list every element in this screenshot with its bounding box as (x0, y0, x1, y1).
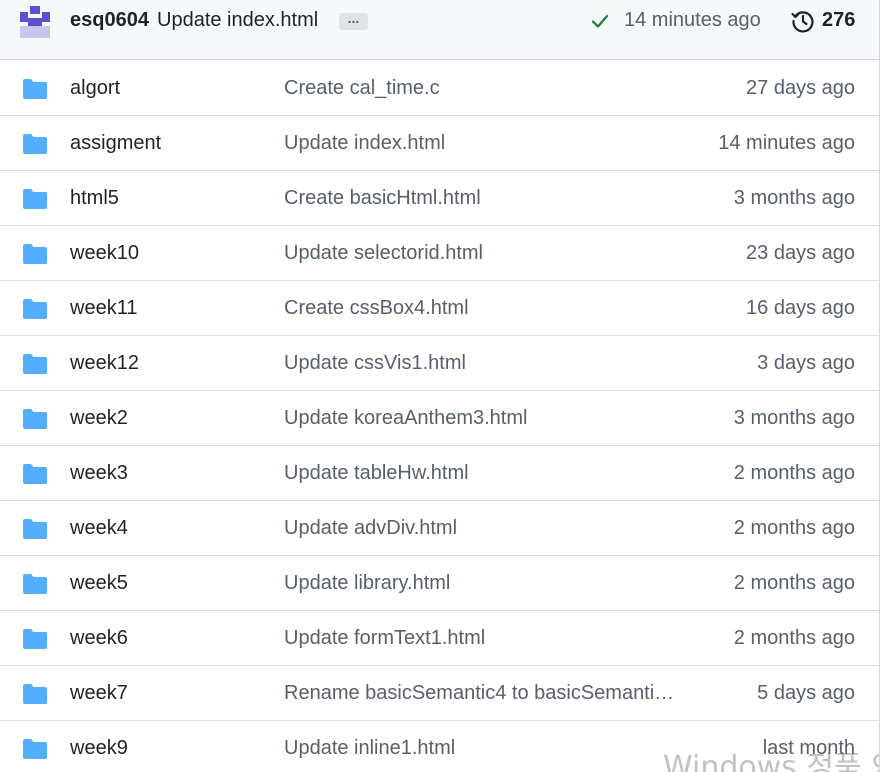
last-updated-time: 3 months ago (733, 407, 855, 429)
commit-message-link[interactable]: Update selectorid.html (284, 242, 483, 265)
last-updated-time: 2 months ago (733, 572, 855, 594)
avatar[interactable] (18, 4, 52, 38)
folder-icon (22, 353, 48, 375)
folder-name-link[interactable]: week5 (70, 572, 128, 595)
commit-message-link[interactable]: Update index.html (284, 132, 445, 155)
folder-icon (22, 738, 48, 760)
file-row[interactable]: week3 Update tableHw.html 2 months ago (0, 446, 879, 501)
folder-name-link[interactable]: week11 (70, 297, 137, 320)
commit-author[interactable]: esq0604 (70, 9, 149, 32)
file-row[interactable]: algort Create cal_time.c 27 days ago (0, 61, 879, 116)
commit-message-link[interactable]: Update inline1.html (284, 737, 455, 760)
folder-icon (22, 573, 48, 595)
commit-count[interactable]: 276 (822, 9, 855, 32)
file-row[interactable]: week7 Rename basicSemantic4 to basicSeman… (0, 666, 879, 721)
commit-message-link[interactable]: Update koreaAnthem3.html (284, 407, 527, 430)
folder-icon (22, 683, 48, 705)
file-row[interactable]: assigment Update index.html 14 minutes ago (0, 116, 879, 171)
commit-message-link[interactable]: Create cal_time.c (284, 77, 440, 100)
commit-message-link[interactable]: Create basicHtml.html (284, 187, 481, 210)
last-updated-time: 5 days ago (757, 682, 855, 704)
last-updated-time: 2 months ago (733, 462, 855, 484)
folder-name-link[interactable]: html5 (70, 187, 119, 210)
commit-message-link[interactable]: Update advDiv.html (284, 517, 457, 540)
commit-message[interactable]: Update index.html (157, 9, 318, 32)
expand-commit-button[interactable]: ... (339, 11, 368, 30)
folder-icon (22, 188, 48, 210)
commit-message-link[interactable]: Update formText1.html (284, 627, 485, 650)
folder-icon (22, 298, 48, 320)
last-updated-time: 3 months ago (733, 187, 855, 209)
folder-name-link[interactable]: week2 (70, 407, 128, 430)
last-updated-time: 16 days ago (746, 297, 855, 319)
folder-name-link[interactable]: week7 (70, 682, 128, 705)
folder-name-link[interactable]: week10 (70, 242, 139, 265)
folder-name-link[interactable]: week12 (70, 352, 139, 375)
file-row[interactable]: week9 Update inline1.html last month (0, 721, 879, 772)
commit-message-link[interactable]: Update library.html (284, 572, 450, 595)
folder-name-link[interactable]: week9 (70, 737, 128, 760)
folder-name-link[interactable]: week6 (70, 627, 128, 650)
last-updated-time: 27 days ago (746, 77, 855, 99)
file-browser: esq0604 Update index.html ... 14 minutes… (0, 0, 880, 772)
folder-icon (22, 463, 48, 485)
folder-icon (22, 243, 48, 265)
file-row[interactable]: week12 Update cssVis1.html 3 days ago (0, 336, 879, 391)
folder-icon (22, 408, 48, 430)
folder-name-link[interactable]: assigment (70, 132, 161, 155)
folder-name-link[interactable]: algort (70, 77, 120, 100)
commit-message-link[interactable]: Update cssVis1.html (284, 352, 466, 375)
last-updated-time: last month (762, 737, 855, 759)
folder-name-link[interactable]: week3 (70, 462, 128, 485)
file-row[interactable]: html5 Create basicHtml.html 3 months ago (0, 171, 879, 226)
latest-commit-bar: esq0604 Update index.html ... 14 minutes… (0, 0, 879, 60)
folder-name-link[interactable]: week4 (70, 517, 128, 540)
last-updated-time: 3 days ago (757, 352, 855, 374)
last-updated-time: 2 months ago (733, 627, 855, 649)
file-row[interactable]: week6 Update formText1.html 2 months ago (0, 611, 879, 666)
folder-icon (22, 78, 48, 100)
commit-message-link[interactable]: Update tableHw.html (284, 462, 469, 485)
commit-message-link[interactable]: Rename basicSemantic4 to basicSemanti… (284, 682, 674, 705)
last-updated-time: 2 months ago (733, 517, 855, 539)
file-row[interactable]: week4 Update advDiv.html 2 months ago (0, 501, 879, 556)
last-updated-time: 14 minutes ago (718, 132, 855, 154)
folder-icon (22, 628, 48, 650)
commit-time[interactable]: 14 minutes ago (624, 9, 761, 32)
history-icon[interactable] (790, 8, 816, 34)
commit-message-link[interactable]: Create cssBox4.html (284, 297, 469, 320)
file-row[interactable]: week5 Update library.html 2 months ago (0, 556, 879, 611)
file-row[interactable]: week2 Update koreaAnthem3.html 3 months ag… (0, 391, 879, 446)
file-row[interactable]: week10 Update selectorid.html 23 days ago (0, 226, 879, 281)
file-row[interactable]: week11 Create cssBox4.html 16 days ago (0, 281, 879, 336)
check-icon[interactable] (590, 11, 610, 31)
folder-icon (22, 518, 48, 540)
folder-icon (22, 133, 48, 155)
last-updated-time: 23 days ago (746, 242, 855, 264)
